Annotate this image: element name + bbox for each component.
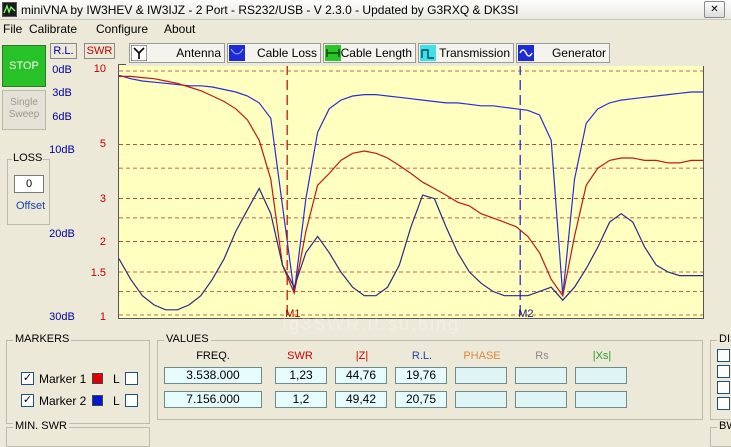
marker-2-color-swatch[interactable]: [92, 395, 103, 406]
m1-z: 44,76: [335, 367, 387, 384]
cable-loss-icon: [229, 45, 246, 61]
markers-legend: MARKERS: [13, 333, 72, 345]
m2-xs: [575, 391, 627, 408]
m2-rl: 20,75: [395, 391, 447, 408]
menu-calibrate[interactable]: Calibrate: [29, 22, 77, 36]
single-sweep-button[interactable]: Single Sweep: [2, 90, 46, 130]
swr-tick-10: 10: [93, 63, 106, 75]
cable-loss-label: Cable Loss: [256, 46, 317, 60]
chart-area[interactable]: M1 M2: [118, 64, 704, 319]
m1-rl: 19,76: [395, 367, 447, 384]
cable-length-label: Cable Length: [340, 46, 412, 60]
loss-legend: LOSS: [12, 152, 44, 164]
window-title: miniVNA by IW3HEV & IW3IJZ - 2 Port - RS…: [21, 3, 519, 17]
bw-legend: BW: [717, 420, 731, 432]
menu-about[interactable]: About: [164, 22, 195, 36]
transmission-button[interactable]: Transmission: [418, 43, 514, 63]
swr-axis-header[interactable]: SWR: [84, 43, 115, 59]
swr-tick-5: 5: [99, 138, 106, 150]
cable-length-icon: [325, 45, 342, 61]
marker-1-label: Marker 1: [39, 372, 87, 386]
markers-group: MARKERS ✓ Marker 1 L ✓ Marker 2 L: [6, 333, 150, 424]
col-freq: FREQ.: [196, 350, 230, 362]
marker-label-2: M2: [518, 308, 533, 318]
title-bar: miniVNA by IW3HEV & IW3IJZ - 2 Port - RS…: [0, 0, 731, 20]
stop-button[interactable]: STOP: [2, 45, 46, 87]
marker-1-color-swatch[interactable]: [92, 373, 103, 384]
watermark: Ig3SWR.it.su.bing: [282, 314, 461, 334]
bw-group: BW: [710, 420, 731, 447]
menu-bar: File Calibrate Configure About: [0, 20, 731, 39]
rl-tick-30db: 30dB: [49, 311, 75, 323]
marker-1-l-label: L: [113, 372, 120, 386]
m1-rs: [515, 367, 567, 384]
rl-tick-6db: 6dB: [52, 111, 72, 123]
col-rl: R.L.: [411, 350, 433, 362]
cable-loss-button[interactable]: Cable Loss: [227, 43, 321, 63]
m2-freq: 7.156.000: [164, 391, 262, 408]
app-icon: [2, 2, 17, 17]
generator-label: Generator: [551, 46, 606, 60]
m2-phase: [455, 391, 507, 408]
loss-group: LOSS 0 Offset: [7, 152, 50, 225]
transmission-icon: [420, 45, 437, 61]
min-swr-group: MIN. SWR: [6, 420, 150, 447]
chart-svg: M1 M2: [119, 65, 703, 318]
generator-button[interactable]: Generator: [516, 43, 610, 63]
marker-2-l-label: L: [113, 394, 120, 408]
dis-checkbox-4[interactable]: [717, 397, 730, 410]
dis-group: DIS: [710, 333, 731, 420]
swr-tick-1: 1: [99, 311, 106, 323]
swr-tick-2: 2: [99, 236, 106, 248]
close-button[interactable]: ✕: [704, 1, 725, 18]
chart-background: [119, 65, 703, 318]
m2-rs: [515, 391, 567, 408]
m1-freq: 3.538.000: [164, 367, 262, 384]
offset-label: Offset: [16, 200, 46, 212]
single-sweep-line-2: Sweep: [8, 109, 40, 120]
antenna-icon: [130, 44, 148, 62]
dis-legend: DIS: [717, 333, 731, 345]
col-swr: SWR: [287, 350, 313, 362]
dis-checkbox-3[interactable]: [717, 381, 730, 394]
marker-2-l-checkbox[interactable]: [125, 394, 138, 407]
m1-phase: [455, 367, 507, 384]
cable-length-button[interactable]: Cable Length: [323, 43, 416, 63]
m2-z: 49,42: [335, 391, 387, 408]
menu-file[interactable]: File: [3, 22, 22, 36]
swr-tick-3: 3: [99, 193, 106, 205]
mode-toolbar: Antenna Cable Loss Cable Length Transmis…: [126, 40, 706, 66]
marker-2-checkbox[interactable]: ✓: [21, 394, 34, 407]
m2-swr: 1,2: [275, 391, 327, 408]
loss-input[interactable]: 0: [14, 175, 44, 193]
col-phase: PHASE: [463, 350, 501, 362]
rl-tick-20db: 20dB: [49, 228, 75, 240]
rl-tick-3db: 3dB: [52, 87, 72, 99]
marker-1-checkbox[interactable]: ✓: [21, 372, 34, 385]
col-rs: Rs: [535, 350, 549, 362]
rl-tick-0db: 0dB: [52, 64, 72, 76]
antenna-label: Antenna: [176, 46, 221, 60]
values-legend: VALUES: [164, 333, 211, 345]
dis-checkbox-1[interactable]: [717, 349, 730, 362]
m1-xs: [575, 367, 627, 384]
min-swr-legend: MIN. SWR: [13, 420, 69, 432]
marker-1-l-checkbox[interactable]: [125, 372, 138, 385]
dis-checkbox-2[interactable]: [717, 365, 730, 378]
rl-tick-10db: 10dB: [49, 144, 75, 156]
m1-swr: 1,23: [275, 367, 327, 384]
single-sweep-line-1: Single: [10, 97, 38, 108]
col-z: |Z|: [355, 350, 369, 362]
antenna-button[interactable]: Antenna: [129, 43, 225, 63]
swr-tick-1-5: 1.5: [90, 267, 106, 279]
marker-2-label: Marker 2: [39, 394, 87, 408]
rl-axis-header[interactable]: R.L.: [50, 43, 77, 59]
generator-icon: [518, 45, 535, 61]
transmission-label: Transmission: [439, 46, 510, 60]
col-xs: |Xs|: [592, 350, 612, 362]
menu-configure[interactable]: Configure: [96, 22, 148, 36]
